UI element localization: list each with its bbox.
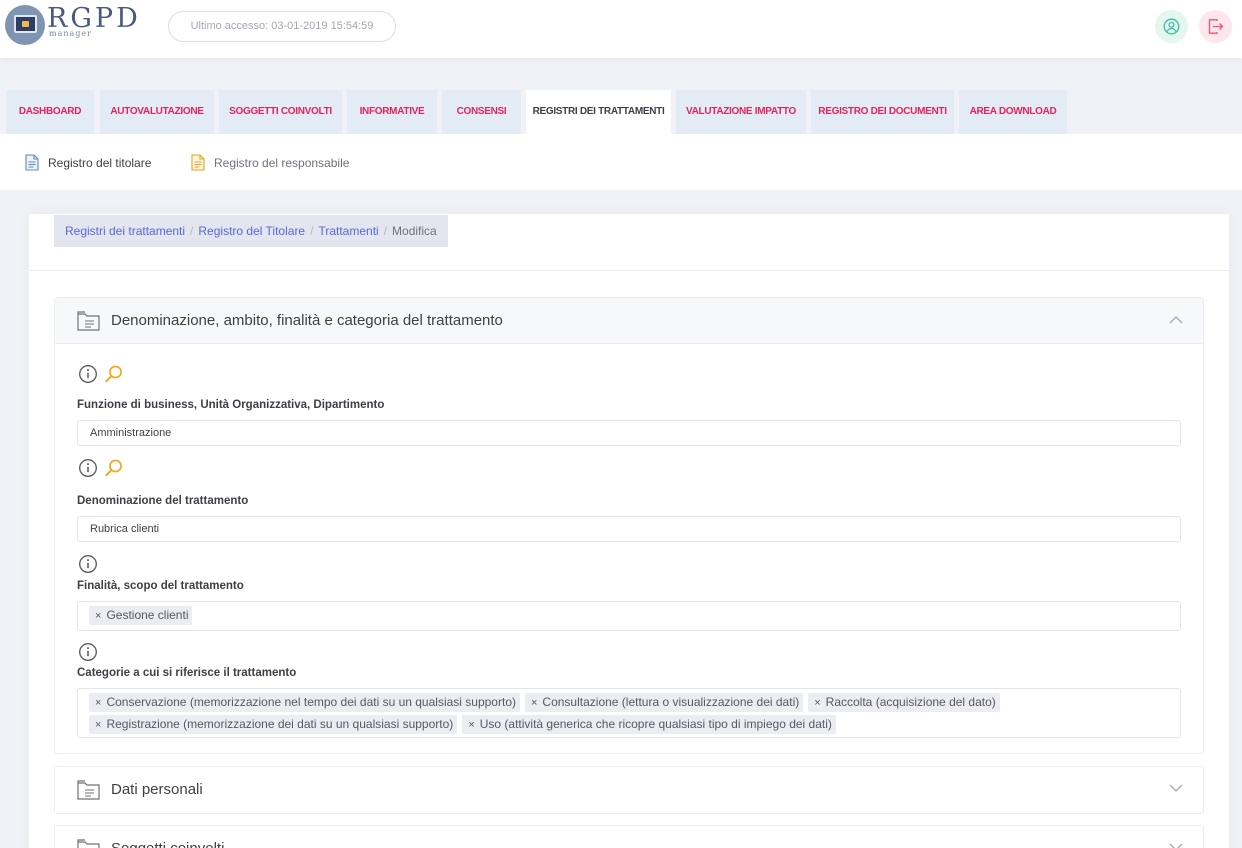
field-label: Funzione di business, Unità Organizzativ… bbox=[77, 399, 385, 411]
field-label: Categorie a cui si riferisce il trattame… bbox=[77, 667, 297, 679]
breadcrumb-current: Modifica bbox=[392, 224, 437, 238]
tab-label: DASHBOARD bbox=[18, 106, 82, 117]
logout-icon bbox=[1208, 19, 1224, 34]
remove-tag-icon[interactable]: × bbox=[95, 610, 101, 622]
info-icon[interactable] bbox=[78, 642, 98, 662]
chevron-up-icon[interactable] bbox=[1169, 315, 1183, 324]
section-header[interactable]: Dati personali bbox=[55, 767, 1203, 813]
subnav-label: Registro del responsabile bbox=[214, 155, 350, 170]
tab-label: VALUTAZIONE IMPATTO bbox=[685, 106, 797, 117]
remove-tag-icon[interactable]: × bbox=[814, 697, 820, 709]
tab-area-download[interactable]: AREA DOWNLOAD bbox=[959, 90, 1067, 134]
tab-consensi[interactable]: CONSENSI bbox=[442, 90, 521, 134]
tab-registro-dei-documenti[interactable]: REGISTRO DEI DOCUMENTI bbox=[811, 90, 954, 134]
tab-label: SOGGETTI COINVOLTI bbox=[229, 106, 332, 117]
selected-tag: × Registrazione (memorizzazione dei dati … bbox=[89, 715, 458, 734]
card-header: Registri dei trattamenti / Registro del … bbox=[29, 214, 1229, 271]
section-soggetti-coinvolti: Soggetti coinvolti bbox=[54, 825, 1204, 848]
remove-tag-icon[interactable]: × bbox=[95, 697, 101, 709]
section-dati-personali: Dati personali bbox=[54, 766, 1204, 814]
tag-label: Gestione clienti bbox=[106, 608, 189, 622]
user-profile-button[interactable] bbox=[1155, 10, 1188, 43]
document-list-icon bbox=[25, 154, 39, 171]
tab-label: AREA DOWNLOAD bbox=[969, 106, 1057, 117]
main-tabs: DASHBOARD AUTOVALUTAZIONE SOGGETTI COINV… bbox=[0, 90, 1242, 134]
section-title: Dati personali bbox=[111, 781, 203, 798]
selected-tag: × Gestione clienti bbox=[89, 606, 193, 625]
tab-autovalutazione[interactable]: AUTOVALUTAZIONE bbox=[100, 90, 214, 134]
search-icon[interactable] bbox=[104, 458, 124, 478]
breadcrumb: Registri dei trattamenti / Registro del … bbox=[54, 215, 448, 247]
remove-tag-icon[interactable]: × bbox=[95, 719, 101, 731]
info-icon[interactable] bbox=[78, 364, 98, 384]
info-icon[interactable] bbox=[78, 554, 98, 574]
selected-tag: × Raccolta (acquisizione del dato) bbox=[808, 693, 1000, 712]
tab-label: INFORMATIVE bbox=[359, 106, 425, 117]
tag-label: Raccolta (acquisizione del dato) bbox=[825, 695, 996, 709]
logout-button[interactable] bbox=[1199, 10, 1232, 43]
search-icon[interactable] bbox=[104, 364, 124, 384]
remove-tag-icon[interactable]: × bbox=[531, 697, 537, 709]
top-header: RGPD manager Ultimo accesso: 03-01-2019 … bbox=[0, 0, 1242, 58]
field-help-row bbox=[78, 364, 124, 384]
app-logo[interactable]: RGPD manager bbox=[5, 4, 141, 45]
purpose-tag-select[interactable]: × Gestione clienti bbox=[77, 601, 1181, 631]
tab-label: REGISTRI DEI TRATTAMENTI bbox=[532, 106, 665, 117]
tab-label: REGISTRO DEI DOCUMENTI bbox=[818, 106, 947, 117]
folder-document-icon bbox=[77, 780, 100, 800]
field-help-row bbox=[78, 554, 98, 574]
folder-document-icon bbox=[77, 311, 100, 331]
field-help-row bbox=[78, 458, 124, 478]
selected-tag: × Uso (attività generica che ricopre qual… bbox=[462, 715, 836, 734]
business-function-input[interactable]: Amministrazione bbox=[77, 420, 1181, 446]
subnav-registro-responsabile[interactable]: Registro del responsabile bbox=[190, 154, 349, 171]
tag-label: Consultazione (lettura o visualizzazione… bbox=[542, 695, 800, 709]
document-list-icon bbox=[191, 154, 205, 171]
tab-informative[interactable]: INFORMATIVE bbox=[347, 90, 437, 134]
subnav-label: Registro del titolare bbox=[48, 155, 152, 170]
tag-label: Registrazione (memorizzazione dei dati s… bbox=[106, 717, 454, 731]
field-label: Denominazione del trattamento bbox=[77, 495, 249, 507]
chevron-down-icon[interactable] bbox=[1169, 843, 1183, 848]
info-icon[interactable] bbox=[78, 458, 98, 478]
content-card: Registri dei trattamenti / Registro del … bbox=[29, 214, 1229, 848]
logo-icon bbox=[5, 5, 45, 45]
chevron-down-icon[interactable] bbox=[1169, 784, 1183, 793]
last-access-badge: Ultimo accesso: 03-01-2019 15:54:59 bbox=[168, 11, 396, 42]
breadcrumb-separator: / bbox=[310, 224, 314, 238]
sub-navigation: Registro del titolare Registro del respo… bbox=[0, 134, 1242, 190]
tab-dashboard[interactable]: DASHBOARD bbox=[6, 90, 94, 134]
treatment-name-input[interactable]: Rubrica clienti bbox=[77, 516, 1181, 542]
selected-tag: × Consultazione (lettura o visualizzazion… bbox=[524, 693, 804, 712]
tag-label: Uso (attività generica che ricopre quals… bbox=[479, 717, 832, 731]
field-help-row bbox=[78, 642, 98, 662]
breadcrumb-link[interactable]: Trattamenti bbox=[318, 215, 378, 247]
section-header[interactable]: Soggetti coinvolti bbox=[55, 826, 1203, 848]
breadcrumb-separator: / bbox=[383, 224, 388, 238]
breadcrumb-separator: / bbox=[190, 224, 194, 238]
tab-registri-dei-trattamenti[interactable]: REGISTRI DEI TRATTAMENTI bbox=[526, 90, 671, 134]
tab-label: CONSENSI bbox=[456, 106, 507, 117]
breadcrumb-link[interactable]: Registro del Titolare bbox=[198, 215, 305, 247]
section-title: Denominazione, ambito, finalità e catego… bbox=[111, 312, 503, 329]
breadcrumb-link[interactable]: Registri dei trattamenti bbox=[65, 215, 185, 247]
folder-document-icon bbox=[77, 839, 100, 848]
subnav-registro-titolare[interactable]: Registro del titolare bbox=[24, 154, 151, 171]
tab-valutazione-impatto[interactable]: VALUTAZIONE IMPATTO bbox=[676, 90, 806, 134]
section-title: Soggetti coinvolti bbox=[111, 826, 224, 848]
remove-tag-icon[interactable]: × bbox=[468, 719, 474, 731]
section-denominazione: Denominazione, ambito, finalità e catego… bbox=[54, 297, 1204, 754]
field-label: Finalità, scopo del trattamento bbox=[77, 580, 244, 592]
user-icon bbox=[1163, 18, 1180, 35]
tab-label: AUTOVALUTAZIONE bbox=[110, 106, 204, 117]
tag-label: Conservazione (memorizzazione nel tempo … bbox=[106, 695, 516, 709]
categories-tag-select[interactable]: × Conservazione (memorizzazione nel tempo… bbox=[77, 688, 1181, 738]
section-header[interactable]: Denominazione, ambito, finalità e catego… bbox=[55, 298, 1203, 344]
selected-tag: × Conservazione (memorizzazione nel tempo… bbox=[89, 693, 520, 712]
tab-soggetti-coinvolti[interactable]: SOGGETTI COINVOLTI bbox=[219, 90, 342, 134]
